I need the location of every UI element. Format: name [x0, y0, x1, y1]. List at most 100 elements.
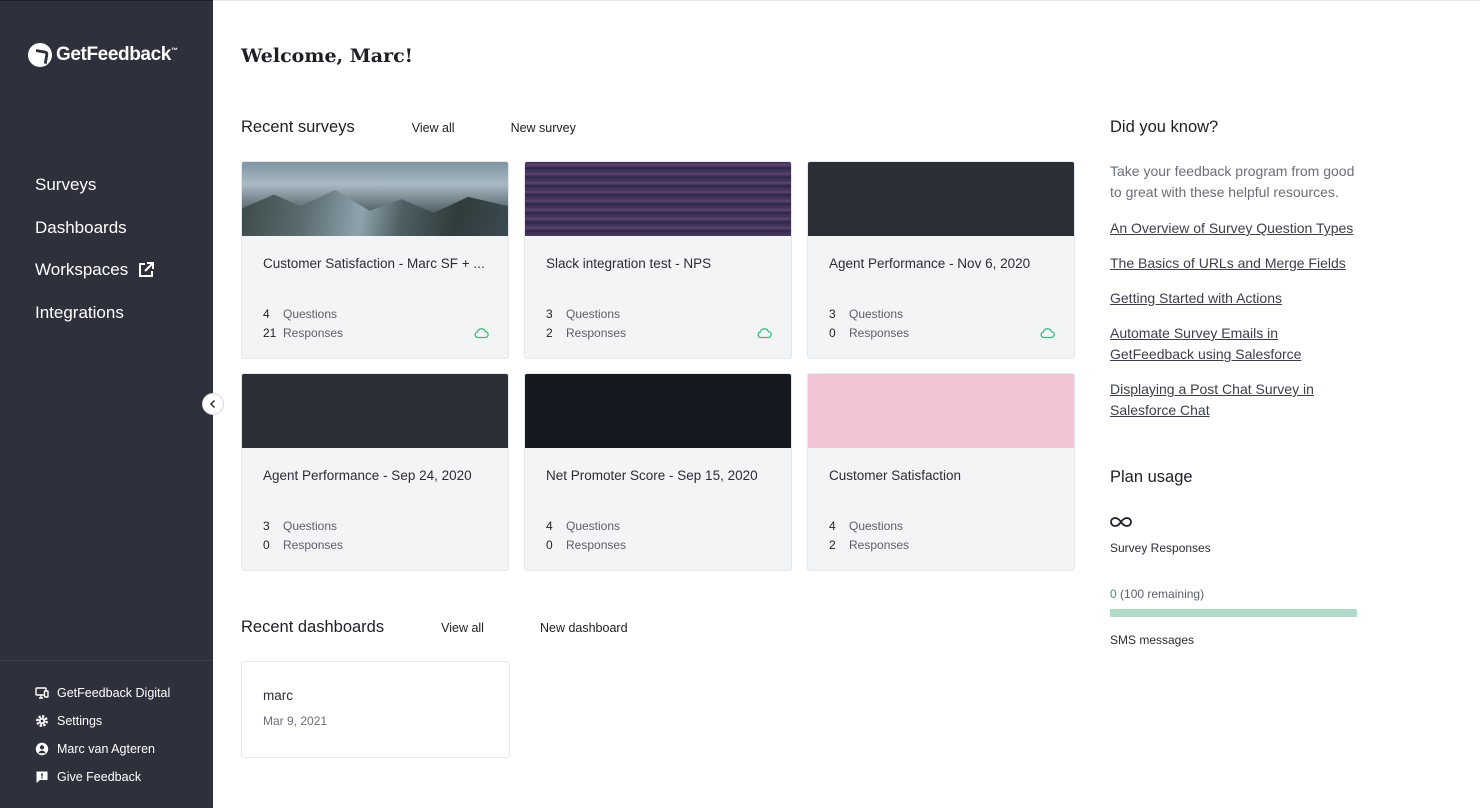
give-feedback-link[interactable]: Give Feedback [35, 768, 170, 786]
settings-link[interactable]: Settings [35, 712, 170, 730]
did-you-know-title: Did you know? [1110, 118, 1219, 136]
survey-responses-label: Survey Responses [1110, 541, 1211, 555]
survey-stats: 4 Questions 2 Responses [829, 516, 909, 555]
getfeedback-digital-link[interactable]: GetFeedback Digital [35, 684, 170, 702]
survey-title: Agent Performance - Nov 6, 2020 [829, 256, 1031, 271]
responses-label: Responses [283, 538, 344, 553]
gear-icon [36, 715, 48, 727]
section-title: Recent surveys [241, 118, 355, 136]
responses-label: Responses [849, 538, 910, 553]
survey-stats: 3 Questions 0 Responses [263, 516, 343, 555]
did-you-know-text: Take your feedback program from good to … [1110, 163, 1355, 200]
resource-link[interactable]: Automate Survey Emails in GetFeedback us… [1110, 323, 1320, 365]
response-count: 2 [546, 326, 553, 341]
getfeedback-logo[interactable]: GetFeedback™ [28, 43, 178, 67]
recent-dashboards-header: Recent dashboards View all New dashboard [241, 618, 628, 637]
survey-card[interactable]: Agent Performance - Sep 24, 2020 3 Questi… [241, 373, 509, 571]
nav-label: Integrations [35, 302, 124, 322]
monitor-icon [35, 687, 49, 699]
logo-mark-icon [28, 43, 52, 67]
infinity-icon [1110, 517, 1132, 527]
plan-usage-title: Plan usage [1110, 468, 1193, 486]
survey-cover-image [242, 162, 508, 236]
nav-item-dashboards[interactable]: Dashboards [35, 216, 155, 240]
questions-label: Questions [849, 518, 904, 533]
resource-link[interactable]: Displaying a Post Chat Survey in Salesfo… [1110, 379, 1320, 421]
survey-card[interactable]: Net Promoter Score - Sep 15, 2020 4 Quest… [524, 373, 792, 571]
nav-item-integrations[interactable]: Integrations [35, 301, 155, 325]
response-count: 0 [546, 538, 553, 553]
sidebar-divider [0, 660, 213, 661]
cloud-sync-icon [1040, 328, 1055, 339]
resource-links: An Overview of Survey Question Types The… [1110, 218, 1370, 435]
questions-label: Questions [566, 306, 621, 321]
survey-title: Customer Satisfaction [829, 468, 962, 483]
new-survey-link[interactable]: New survey [511, 121, 576, 135]
sms-remaining: (100 remaining) [1120, 587, 1205, 601]
logo-text: GetFeedback™ [56, 44, 178, 65]
sms-messages-label: SMS messages [1110, 633, 1195, 647]
dashboard-date: Mar 9, 2021 [263, 714, 328, 728]
cloud-sync-icon [757, 328, 772, 339]
survey-stats: 3 Questions 0 Responses [829, 304, 909, 343]
response-count: 0 [829, 326, 836, 341]
questions-label: Questions [566, 518, 621, 533]
survey-title: Net Promoter Score - Sep 15, 2020 [546, 468, 758, 483]
responses-label: Responses [566, 538, 627, 553]
nav-item-workspaces[interactable]: Workspaces [35, 258, 155, 282]
question-count: 3 [263, 518, 270, 533]
dashboard-card[interactable]: marc Mar 9, 2021 [241, 661, 510, 758]
dashboard-name: marc [263, 688, 293, 703]
survey-cover-image [808, 162, 1074, 236]
sms-usage-text: 0 (100 remaining) [1110, 587, 1204, 601]
view-all-dashboards-link[interactable]: View all [441, 621, 484, 635]
nav-label: Dashboards [35, 217, 127, 237]
resource-link[interactable]: Getting Started with Actions [1110, 288, 1370, 309]
questions-label: Questions [849, 306, 904, 321]
question-count: 3 [829, 306, 836, 321]
response-count: 21 [263, 326, 277, 341]
collapse-sidebar-button[interactable] [202, 393, 224, 415]
survey-card[interactable]: Agent Performance - Nov 6, 2020 3 Questio… [807, 161, 1075, 359]
questions-label: Questions [283, 306, 338, 321]
page-title: Welcome, Marc! [241, 45, 414, 67]
bottom-item-label: Marc van Agteren [57, 742, 155, 756]
resource-link[interactable]: The Basics of URLs and Merge Fields [1110, 253, 1370, 274]
chevron-left-icon [209, 399, 216, 409]
survey-cover-image [525, 374, 791, 448]
questions-label: Questions [283, 518, 338, 533]
survey-title: Slack integration test - NPS [546, 256, 712, 271]
response-count: 2 [829, 538, 836, 553]
user-profile-link[interactable]: Marc van Agteren [35, 740, 170, 758]
nav-label: Surveys [35, 175, 97, 194]
view-all-surveys-link[interactable]: View all [412, 121, 455, 135]
survey-card[interactable]: Customer Satisfaction 4 Questions 2 Respon… [807, 373, 1075, 571]
sms-usage-progress [1110, 609, 1357, 617]
resource-link[interactable]: An Overview of Survey Question Types [1110, 218, 1370, 239]
survey-stats: 4 Questions 0 Responses [546, 516, 626, 555]
chat-bubble-icon [36, 771, 48, 783]
sidebar-bottom-nav: GetFeedback Digital Settings Marc van Ag… [35, 684, 170, 796]
bottom-item-label: GetFeedback Digital [57, 686, 171, 700]
recent-surveys-header: Recent surveys View all New survey [241, 118, 576, 137]
response-count: 0 [263, 538, 270, 553]
question-count: 4 [829, 518, 836, 533]
responses-label: Responses [283, 326, 344, 341]
survey-cover-image [242, 374, 508, 448]
external-link-icon [139, 262, 155, 277]
survey-card[interactable]: Customer Satisfaction - Marc SF + ... 4Q… [241, 161, 509, 359]
survey-cover-image [525, 162, 791, 236]
bottom-item-label: Give Feedback [57, 770, 142, 784]
main-nav: Surveys Dashboards Workspaces Integratio… [35, 173, 155, 343]
new-dashboard-link[interactable]: New dashboard [540, 621, 628, 635]
sms-used-count: 0 [1110, 587, 1117, 601]
question-count: 3 [546, 306, 553, 321]
sidebar: GetFeedback™ Surveys Dashboards Workspac… [0, 0, 213, 808]
question-count: 4 [263, 306, 270, 321]
nav-item-surveys[interactable]: Surveys [35, 173, 155, 197]
nav-label: Workspaces [35, 260, 129, 279]
survey-card[interactable]: Slack integration test - NPS 3 Questions … [524, 161, 792, 359]
main-content: Welcome, Marc! Recent surveys View all N… [213, 0, 1480, 808]
survey-title: Agent Performance - Sep 24, 2020 [263, 468, 472, 483]
cloud-sync-icon [474, 328, 489, 339]
